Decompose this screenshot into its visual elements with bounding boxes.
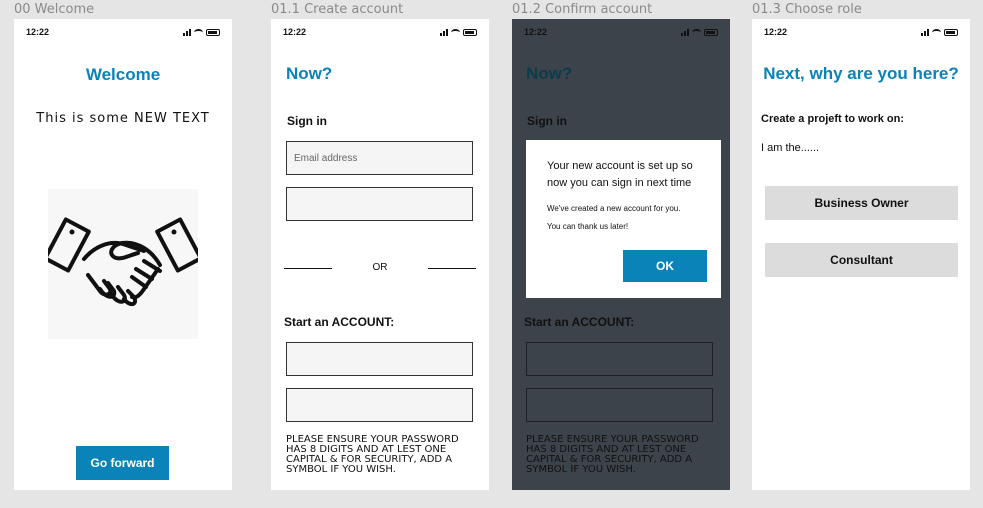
password-note: PLEASE ENSURE YOUR PASSWORD HAS 8 DIGITS… [286, 434, 459, 475]
email-field[interactable]: Email address [286, 141, 473, 175]
sign-in-label: Sign in [287, 114, 327, 128]
business-owner-button[interactable]: Business Owner [765, 186, 958, 220]
status-bar: 12:22 [524, 26, 718, 38]
signal-icon [921, 28, 929, 36]
create-account-screen: 12:22 Now? Sign in Email address OR Star… [271, 19, 489, 490]
welcome-text: This is some NEW TEXT [36, 111, 210, 126]
status-bar: 12:22 [283, 26, 477, 38]
new-password-field[interactable] [286, 388, 473, 422]
confirm-account-screen: 12:22 Now? Sign in Start an ACCOUNT: PLE… [512, 19, 730, 490]
frame-label-welcome: 00 Welcome [14, 2, 95, 17]
signal-icon [440, 28, 448, 36]
battery-icon [944, 28, 958, 36]
project-prompt: Create a projeft to work on: [761, 113, 905, 125]
new-email-field [526, 342, 713, 376]
frame-label-confirm-account: 01.2 Confirm account [512, 2, 653, 17]
signal-icon [183, 28, 191, 36]
start-account-label: Start an ACCOUNT: [524, 315, 635, 329]
dialog-heading: Your new account is set up so now you ca… [547, 160, 693, 189]
battery-icon [206, 28, 220, 36]
confirmation-dialog: Your new account is set up so now you ca… [526, 140, 721, 298]
ok-button[interactable]: OK [623, 250, 707, 282]
page-title: Now? [286, 64, 333, 83]
welcome-screen: 12:22 Welcome This is some NEW TEXT Go f… [14, 19, 232, 490]
dialog-body-line1: We've created a new account for you. [547, 204, 681, 213]
page-title: Welcome [85, 65, 161, 84]
signal-icon [681, 28, 689, 36]
choose-role-screen: 12:22 Next, why are you here? Create a p… [752, 19, 970, 490]
status-bar: 12:22 [26, 26, 220, 38]
wifi-icon [194, 28, 203, 36]
dialog-body-line2: You can thank us later! [547, 222, 629, 231]
page-title: Next, why are you here? [763, 64, 959, 83]
page-title: Now? [526, 64, 573, 83]
i-am-label: I am the...... [761, 142, 820, 154]
status-time: 12:22 [26, 27, 50, 37]
consultant-button[interactable]: Consultant [765, 243, 958, 277]
password-note: PLEASE ENSURE YOUR PASSWORD HAS 8 DIGITS… [526, 434, 699, 475]
wifi-icon [692, 28, 701, 36]
battery-icon [704, 28, 718, 36]
divider-right [428, 268, 476, 269]
wifi-icon [932, 28, 941, 36]
status-time: 12:22 [524, 27, 548, 37]
new-password-field [526, 388, 713, 422]
status-time: 12:22 [764, 27, 788, 37]
start-account-label: Start an ACCOUNT: [284, 315, 395, 329]
frame-label-create-account: 01.1 Create account [271, 2, 404, 17]
handshake-icon [43, 189, 203, 339]
new-email-field[interactable] [286, 342, 473, 376]
password-field[interactable] [286, 187, 473, 221]
status-time: 12:22 [283, 27, 307, 37]
sign-in-label: Sign in [527, 114, 567, 128]
wifi-icon [451, 28, 460, 36]
go-forward-button[interactable]: Go forward [76, 446, 169, 480]
status-bar: 12:22 [764, 26, 958, 38]
battery-icon [463, 28, 477, 36]
frame-label-choose-role: 01.3 Choose role [752, 2, 862, 17]
